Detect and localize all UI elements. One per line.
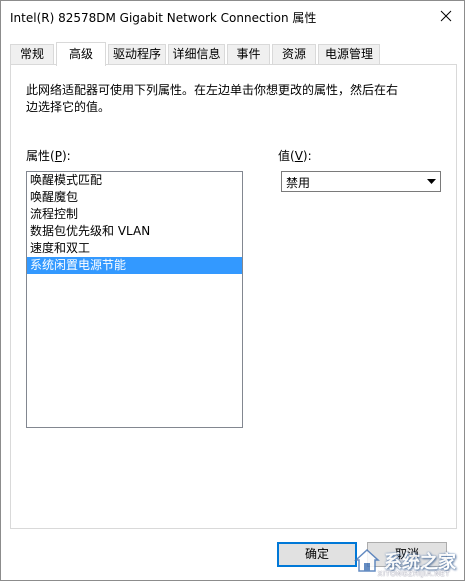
close-button[interactable] — [437, 7, 455, 25]
property-item-wake-on-pattern[interactable]: 唤醒模式匹配 — [27, 172, 242, 189]
description-text: 此网络适配器可使用下列属性。在左边单击你想更改的属性，然后在右边选择它的值。 — [26, 83, 399, 114]
tab-power-management[interactable]: 电源管理 — [318, 44, 380, 64]
property-item-wake-on-magic-packet[interactable]: 唤醒魔包 — [27, 189, 242, 206]
chevron-down-icon — [424, 173, 439, 190]
cancel-button[interactable]: 取消 — [367, 542, 447, 567]
watermark-url: XITONGZHIJIA.NET — [377, 570, 450, 578]
tab-resources[interactable]: 资源 — [272, 44, 316, 64]
tab-strip: 常规 高级 驱动程序 详细信息 事件 资源 电源管理 — [10, 42, 456, 66]
property-item-speed-duplex[interactable]: 速度和双工 — [27, 240, 242, 257]
properties-dialog: Intel(R) 82578DM Gigabit Network Connect… — [0, 0, 465, 581]
value-dropdown[interactable]: 禁用 — [281, 171, 441, 192]
property-listbox[interactable]: 唤醒模式匹配 唤醒魔包 流程控制 数据包优先级和 VLAN 速度和双工 系统闲置… — [26, 171, 243, 428]
window-title: Intel(R) 82578DM Gigabit Network Connect… — [10, 11, 317, 25]
ok-button[interactable]: 确定 — [277, 542, 357, 567]
property-label: 属性(P): — [26, 149, 71, 163]
tab-advanced[interactable]: 高级 — [56, 42, 106, 66]
property-item-system-idle-power-saver[interactable]: 系统闲置电源节能 — [27, 257, 242, 274]
property-item-priority-vlan[interactable]: 数据包优先级和 VLAN — [27, 223, 242, 240]
close-icon — [440, 10, 452, 22]
property-item-flow-control[interactable]: 流程控制 — [27, 206, 242, 223]
tab-events[interactable]: 事件 — [227, 44, 270, 64]
tab-general[interactable]: 常规 — [10, 44, 54, 64]
advanced-tab-panel: 此网络适配器可使用下列属性。在左边单击你想更改的属性，然后在右边选择它的值。 属… — [10, 64, 457, 529]
tab-details[interactable]: 详细信息 — [168, 44, 225, 64]
title-bar: Intel(R) 82578DM Gigabit Network Connect… — [1, 1, 464, 32]
value-dropdown-selected: 禁用 — [286, 176, 311, 190]
tab-driver[interactable]: 驱动程序 — [108, 44, 166, 64]
value-label: 值(V): — [278, 149, 312, 163]
